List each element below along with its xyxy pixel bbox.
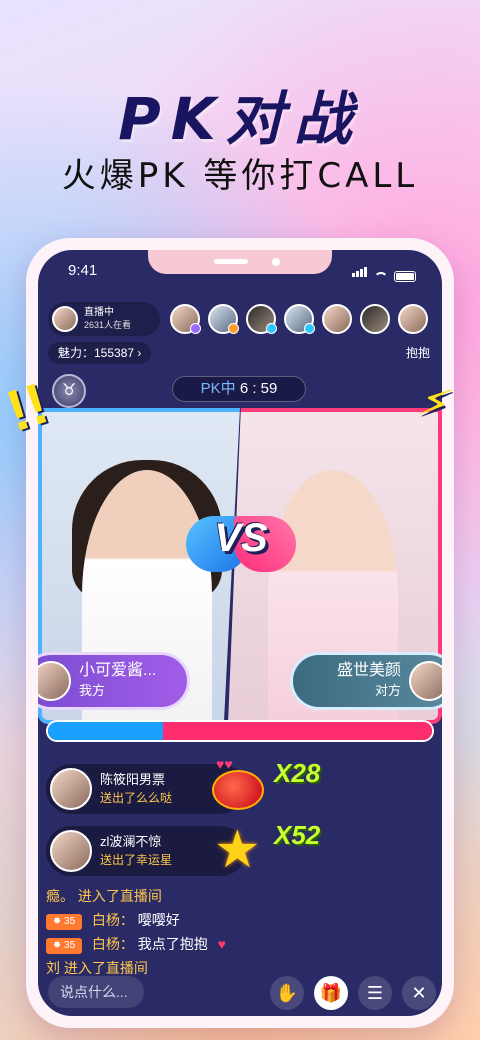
- viewer-avatar[interactable]: [170, 304, 201, 334]
- signal-icon: [352, 264, 368, 282]
- comment-input[interactable]: 说点什么...: [48, 976, 144, 1008]
- charm-button[interactable]: 魅力：155387 ›: [48, 342, 152, 364]
- pk-label: PK中: [200, 380, 236, 397]
- opponent-side-label: 对方: [374, 683, 401, 698]
- gift-box-icon[interactable]: 🎁: [314, 976, 348, 1010]
- pk-timer: PK中 6 : 59: [172, 376, 306, 402]
- battery-icon: [394, 271, 416, 282]
- promo-headline: PK对战: [118, 85, 362, 153]
- viewer-avatar[interactable]: [284, 304, 315, 334]
- chat-user[interactable]: 瘾。: [46, 888, 74, 904]
- wifi-icon: [374, 272, 388, 282]
- chat-text: 我点了抱抱: [137, 936, 208, 952]
- lucky-star-gift-icon: ★: [214, 821, 261, 879]
- host-avatar[interactable]: [52, 306, 78, 332]
- gift-action: 送出了么么哒: [100, 791, 173, 805]
- notch: [148, 250, 332, 274]
- viewer-count: 2631人在看: [84, 320, 132, 330]
- viewer-avatars: [170, 304, 428, 334]
- gifter-name: zl波澜不惊: [100, 834, 162, 849]
- chat-user[interactable]: 刘: [46, 960, 60, 976]
- vs-emblem: VS: [186, 508, 296, 574]
- gift-action: 送出了幸运星: [100, 853, 173, 867]
- gift-multiplier: X28: [274, 758, 321, 788]
- pk-countdown: 6 : 59: [239, 380, 278, 397]
- host-info[interactable]: 直播中 2631人在看: [48, 302, 160, 336]
- chat-message: 瘾。 进入了直播间: [46, 886, 162, 906]
- heart-icon: ♥: [217, 936, 226, 952]
- kiss-gift-icon: [212, 770, 264, 810]
- our-streamer-avatar[interactable]: [38, 661, 71, 701]
- level-badge: ✹ 35: [46, 914, 82, 930]
- our-score-fill: [48, 722, 164, 740]
- chat-message: ✹ 35 白杨： 嘤嘤好: [46, 910, 180, 930]
- chat-message: ✹ 35 白杨： 我点了抱抱 ♥: [46, 934, 226, 954]
- level-badge: ✹ 35: [46, 938, 82, 954]
- close-icon[interactable]: ✕: [402, 976, 436, 1010]
- gift-multiplier: X52: [274, 820, 321, 850]
- opponent-name: 盛世美颜: [336, 662, 401, 679]
- gifter-avatar[interactable]: [50, 768, 92, 810]
- pk-score-bar: [46, 720, 434, 742]
- gifter-avatar[interactable]: [50, 830, 92, 872]
- live-status: 直播中: [84, 307, 114, 318]
- live-screen: 9:41 直播中 2631人在看 魅力：155387 › 抱抱 ♉ PK中 6 …: [38, 250, 442, 1016]
- viewer-avatar[interactable]: [322, 304, 352, 334]
- gifter-name: 陈筱阳男票: [100, 772, 166, 787]
- hearts-icon: ♥♥: [216, 756, 233, 772]
- opponent-score-fill: [163, 722, 432, 740]
- hug-button[interactable]: 抱抱: [406, 344, 430, 361]
- chat-text: 嘤嘤好: [137, 912, 180, 928]
- phone-frame: 9:41 直播中 2631人在看 魅力：155387 › 抱抱 ♉ PK中 6 …: [26, 238, 454, 1028]
- status-time: 9:41: [68, 262, 98, 279]
- opponent-badge[interactable]: 盛世美颜 对方: [290, 652, 442, 710]
- viewer-avatar[interactable]: [208, 304, 239, 334]
- viewer-avatar[interactable]: [398, 304, 428, 334]
- menu-icon[interactable]: ☰: [358, 976, 392, 1010]
- our-streamer-name: 小可爱酱...: [79, 662, 157, 679]
- our-side-badge[interactable]: 小可爱酱... 我方: [38, 652, 190, 710]
- chat-user[interactable]: 白杨：: [92, 912, 134, 928]
- chat-message: 刘 进入了直播间: [46, 958, 148, 978]
- chat-text: 进入了直播间: [63, 960, 148, 976]
- our-side-label: 我方: [79, 683, 106, 698]
- status-icons: [352, 264, 416, 282]
- vs-label: VS: [214, 516, 268, 560]
- chat-text: 进入了直播间: [77, 888, 162, 904]
- viewer-avatar[interactable]: [246, 304, 277, 334]
- opponent-avatar[interactable]: [409, 661, 442, 701]
- promo-subline: 火爆PK 等你打CALL: [61, 156, 419, 196]
- viewer-avatar[interactable]: [360, 304, 390, 334]
- pk-medal-icon[interactable]: ♉: [52, 374, 86, 408]
- wave-hand-icon[interactable]: ✋: [270, 976, 304, 1010]
- chat-user[interactable]: 白杨：: [92, 936, 134, 952]
